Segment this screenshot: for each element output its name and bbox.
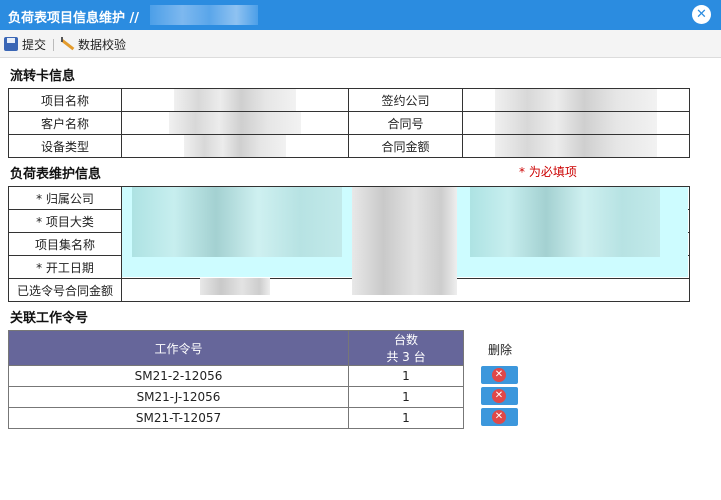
toolbar: 提交 数据校验 (0, 30, 721, 58)
required-note: * 为必填项 (519, 165, 577, 179)
project-name-value (121, 88, 349, 112)
table-row: 项目名称 签约公司 (8, 88, 690, 112)
belong-company-label: * 归属公司 (8, 186, 122, 210)
start-date-label: * 开工日期 (8, 255, 122, 279)
order-count-cell: 1 (348, 365, 464, 387)
contract-company-label: 签约公司 (348, 88, 463, 112)
save-icon (4, 37, 18, 51)
window-title: 负荷表项目信息维护 // (8, 11, 140, 26)
redacted-title-suffix (150, 5, 258, 25)
order-count-cell: 1 (348, 407, 464, 429)
contract-no-label: 合同号 (348, 111, 463, 135)
project-name-label: 项目名称 (8, 88, 122, 112)
load-table-title: 负荷表维护信息 (10, 167, 102, 182)
validate-button[interactable]: 数据校验 (60, 35, 126, 53)
contract-amount-value (462, 134, 690, 158)
equipment-type-value (121, 134, 349, 158)
flow-card-table: 项目名称 签约公司 客户名称 合同号 设备类型 合同金额 (8, 88, 690, 158)
equipment-type-label: 设备类型 (8, 134, 122, 158)
work-orders-title: 关联工作令号 (10, 311, 89, 326)
order-no-cell: SM21-2-12056 (8, 365, 349, 387)
submit-button[interactable]: 提交 (4, 35, 46, 53)
submit-label: 提交 (22, 37, 47, 52)
delete-column-header: 删除 (488, 343, 513, 357)
delete-x-icon: ✕ (492, 368, 506, 382)
work-orders-table: 工作令号 台数 共 3 台 SM21-2-12056 1 SM21-J-1205… (8, 330, 464, 429)
col-header-count-label: 台数 (393, 333, 418, 347)
flow-card-title: 流转卡信息 (10, 69, 76, 84)
table-row: 客户名称 合同号 (8, 111, 690, 135)
window-titlebar: 负荷表项目信息维护 // ✕ (0, 0, 721, 30)
order-count-cell: 1 (348, 386, 464, 408)
contract-company-value (462, 88, 690, 112)
col-header-count: 台数 共 3 台 (348, 330, 464, 366)
contract-amount-label: 合同金额 (348, 134, 463, 158)
customer-name-label: 客户名称 (8, 111, 122, 135)
redacted-input-blur (470, 187, 660, 257)
order-no-cell: SM21-J-12056 (8, 386, 349, 408)
selected-order-amount-label: 已选令号合同金额 (8, 278, 122, 302)
redacted-amount (200, 278, 270, 295)
col-header-order: 工作令号 (8, 330, 349, 366)
close-icon[interactable]: ✕ (692, 5, 711, 24)
table-row: SM21-J-12056 1 (8, 386, 464, 408)
delete-row-button[interactable]: ✕ (481, 366, 518, 384)
order-no-cell: SM21-T-12057 (8, 407, 349, 429)
project-set-name-label: 项目集名称 (8, 232, 122, 256)
toolbar-divider (53, 39, 54, 51)
delete-x-icon: ✕ (492, 389, 506, 403)
table-row: SM21-2-12056 1 (8, 365, 464, 387)
contract-no-value (462, 111, 690, 135)
table-row: 已选令号合同金额 (8, 278, 691, 302)
customer-name-value (121, 111, 349, 135)
delete-x-icon: ✕ (492, 410, 506, 424)
table-header-row: 工作令号 台数 共 3 台 (8, 330, 464, 366)
redacted-input-blur (352, 187, 457, 295)
delete-row-button[interactable]: ✕ (481, 387, 518, 405)
project-category-label: * 项目大类 (8, 209, 122, 233)
redacted-input-blur (132, 187, 342, 257)
ruler-pencil-icon (60, 37, 74, 51)
delete-row-button[interactable]: ✕ (481, 408, 518, 426)
table-row: SM21-T-12057 1 (8, 407, 464, 429)
col-header-count-total: 共 3 台 (386, 350, 426, 364)
validate-label: 数据校验 (78, 37, 127, 52)
table-row: 设备类型 合同金额 (8, 134, 690, 158)
